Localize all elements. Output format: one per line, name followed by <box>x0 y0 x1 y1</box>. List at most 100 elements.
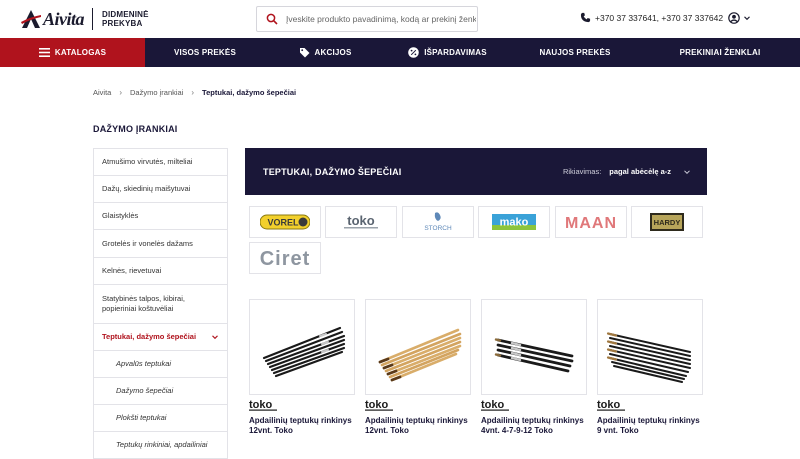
chevron-down-icon <box>212 335 218 340</box>
brand-vorel[interactable]: VOREL <box>249 206 321 238</box>
search-input[interactable] <box>286 14 476 24</box>
sidebar-subitem-apvalus-teptukai[interactable]: Apvalūs teptukai <box>94 351 227 378</box>
logo-name: Aivita <box>43 8 85 29</box>
brand-storch[interactable]: STORCH <box>402 206 474 238</box>
toko-logo-icon: toko <box>481 399 509 411</box>
product-name[interactable]: Apdailinių teptukų rinkinys 9 vnt. Toko <box>597 416 702 436</box>
nav-katalogas[interactable]: KATALOGAS <box>0 38 145 67</box>
sort-label: Rikiavimas: <box>562 167 602 176</box>
product-name[interactable]: Apdailinių teptukų rinkinys 12vnt. Toko <box>249 416 354 436</box>
product-brand-logo: toko <box>365 399 470 413</box>
nav-akcijos-label: AKCIJOS <box>314 48 352 57</box>
toko-logo-icon: toko <box>365 399 393 411</box>
brand-toko-wordmark: toko <box>347 213 375 228</box>
hardy-logo-icon: HARDY <box>650 213 684 231</box>
product-image[interactable] <box>597 299 703 395</box>
chevron-down-icon <box>744 16 750 21</box>
nav-visos-prekes[interactable]: VISOS PREKĖS <box>145 38 265 67</box>
sidebar-item-dazu-maisytuvai[interactable]: Dažų, skiedinių maišytuvai <box>94 176 227 203</box>
logo-tagline: DIDMENINĖ PREKYBA <box>102 10 149 28</box>
sidebar-item-atmusimo-virvutes[interactable]: Atmušimo virvutės, milteliai <box>94 149 227 176</box>
tag-icon <box>299 47 310 58</box>
toko-logo-icon: toko <box>249 399 277 411</box>
breadcrumb-chevron-icon: › <box>191 88 195 97</box>
product-image[interactable] <box>249 299 355 395</box>
sidebar-item-teptukai[interactable]: Teptukai, dažymo šepečiai <box>94 324 227 351</box>
sidebar-item-label: Statybinės talpos, kibirai, popieriniai … <box>102 294 185 313</box>
breadcrumb-chevron-icon: › <box>119 88 123 97</box>
main-nav: KATALOGAS VISOS PREKĖS AKCIJOS IŠPARDAVI… <box>0 38 800 67</box>
nav-prekiniai-zenklai[interactable]: PREKINIAI ŽENKLAI <box>640 38 800 67</box>
brand-vorel-wordmark: VOREL <box>267 218 299 228</box>
product-image[interactable] <box>481 299 587 395</box>
sidebar-item-label: Apvalūs teptukai <box>116 359 172 368</box>
search-box[interactable] <box>256 6 478 32</box>
sidebar-item-glaistykles[interactable]: Glaistyklės <box>94 203 227 230</box>
phone-contact[interactable]: +370 37 337641, +370 37 337642 <box>580 12 723 23</box>
brand-maan-wordmark: MAAN <box>565 215 617 231</box>
black-brushes-icon <box>262 326 346 378</box>
product-brand-wordmark: toko <box>249 399 273 411</box>
brand-ciret-wordmark: Ciret <box>260 248 311 269</box>
brand-ciret[interactable]: Ciret <box>249 242 321 274</box>
sort-value: pagal abėcėlę a-z <box>609 167 671 176</box>
brand-toko[interactable]: toko <box>325 206 397 238</box>
brand-hardy[interactable]: HARDY <box>631 206 703 238</box>
logo-separator <box>92 8 93 30</box>
storch-logo-icon: STORCH <box>424 212 452 232</box>
sidebar-subitem-dazymo-sepeciai[interactable]: Dažymo šepečiai <box>94 378 227 405</box>
product-card[interactable]: toko Apdailinių teptukų rinkinys 9 vnt. … <box>597 299 703 436</box>
sort-dropdown[interactable]: Rikiavimas: pagal abėcėlę a-z <box>563 167 691 176</box>
mako-logo-icon: mako <box>492 214 536 230</box>
sidebar-title: DAŽYMO ĮRANKIAI <box>93 124 178 134</box>
sidebar-item-label: Kelnės, rievetuvai <box>102 266 162 275</box>
product-name[interactable]: Apdailinių teptukų rinkinys 12vnt. Toko <box>365 416 470 436</box>
breadcrumb-dazymo-irankiai[interactable]: Dažymo įrankiai <box>130 88 183 97</box>
nav-katalogas-label: KATALOGAS <box>54 48 107 57</box>
nav-ispardavimas-label: IŠPARDAVIMAS <box>424 48 487 57</box>
maan-logo-icon: MAAN <box>565 215 617 231</box>
percent-icon <box>408 47 420 58</box>
brand-mako[interactable]: mako <box>478 206 550 238</box>
nav-ispardavimas[interactable]: IŠPARDAVIMAS <box>385 38 510 67</box>
sidebar-item-kelnes[interactable]: Kelnės, rievetuvai <box>94 258 227 285</box>
nine-brushes-icon <box>606 332 691 383</box>
sidebar-item-label: Grotelės ir vonelės dažams <box>102 238 193 248</box>
sidebar-item-groteles[interactable]: Grotelės ir vonelės dažams <box>94 230 227 258</box>
toko-logo-icon: toko <box>344 213 378 229</box>
chevron-down-icon <box>684 169 690 174</box>
logo-tagline-line1: DIDMENINĖ <box>102 10 149 19</box>
category-sidebar: Atmušimo virvutės, milteliai Dažų, skied… <box>93 148 228 459</box>
product-brand-wordmark: toko <box>365 399 389 411</box>
nav-visos-prekes-label: VISOS PREKĖS <box>174 48 236 57</box>
sidebar-item-label: Dažymo šepečiai <box>116 386 174 395</box>
brand-maan[interactable]: MAAN <box>555 206 627 238</box>
nav-naujos-prekes-label: NAUJOS PREKĖS <box>539 48 611 57</box>
brand-hardy-wordmark: HARDY <box>654 218 681 227</box>
product-card[interactable]: toko Apdailinių teptukų rinkinys 12vnt. … <box>365 299 471 436</box>
product-card[interactable]: toko Apdailinių teptukų rinkinys 12vnt. … <box>249 299 355 436</box>
user-menu[interactable] <box>728 12 751 24</box>
four-brushes-icon <box>494 338 574 373</box>
sidebar-item-label: Plokšti teptukai <box>116 413 167 422</box>
breadcrumb-current: Teptukai, dažymo šepečiai <box>202 88 297 97</box>
sidebar-item-label: Atmušimo virvutės, milteliai <box>102 157 193 166</box>
brand-mako-wordmark: mako <box>500 217 529 229</box>
breadcrumb-home[interactable]: Aivita <box>93 88 111 97</box>
toko-logo-icon: toko <box>597 399 625 411</box>
sidebar-item-label: Teptukai, dažymo šepečiai <box>102 332 197 341</box>
logo-mark-icon <box>21 10 41 28</box>
sidebar-item-statybines-talpos[interactable]: Statybinės talpos, kibirai, popieriniai … <box>94 285 227 324</box>
category-banner: TEPTUKAI, DAŽYMO ŠEPEČIAI Rikiavimas: pa… <box>245 148 707 195</box>
breadcrumb: Aivita › Dažymo įrankiai › Teptukai, daž… <box>93 88 296 97</box>
search-icon[interactable] <box>266 13 278 25</box>
product-image[interactable] <box>365 299 471 395</box>
sidebar-subitem-teptuku-rinkiniai[interactable]: Teptukų rinkiniai, apdailiniai <box>94 432 227 459</box>
site-logo[interactable]: Aivita DIDMENINĖ PREKYBA <box>20 6 149 32</box>
nav-naujos-prekes[interactable]: NAUJOS PREKĖS <box>510 38 640 67</box>
sidebar-item-label: Glaistyklės <box>102 211 139 220</box>
sidebar-subitem-ploksti-teptukai[interactable]: Plokšti teptukai <box>94 405 227 432</box>
product-name[interactable]: Apdailinių teptukų rinkinys 4vnt. 4-7-9-… <box>481 416 586 436</box>
product-card[interactable]: toko Apdailinių teptukų rinkinys 4vnt. 4… <box>481 299 587 436</box>
nav-akcijos[interactable]: AKCIJOS <box>265 38 385 67</box>
